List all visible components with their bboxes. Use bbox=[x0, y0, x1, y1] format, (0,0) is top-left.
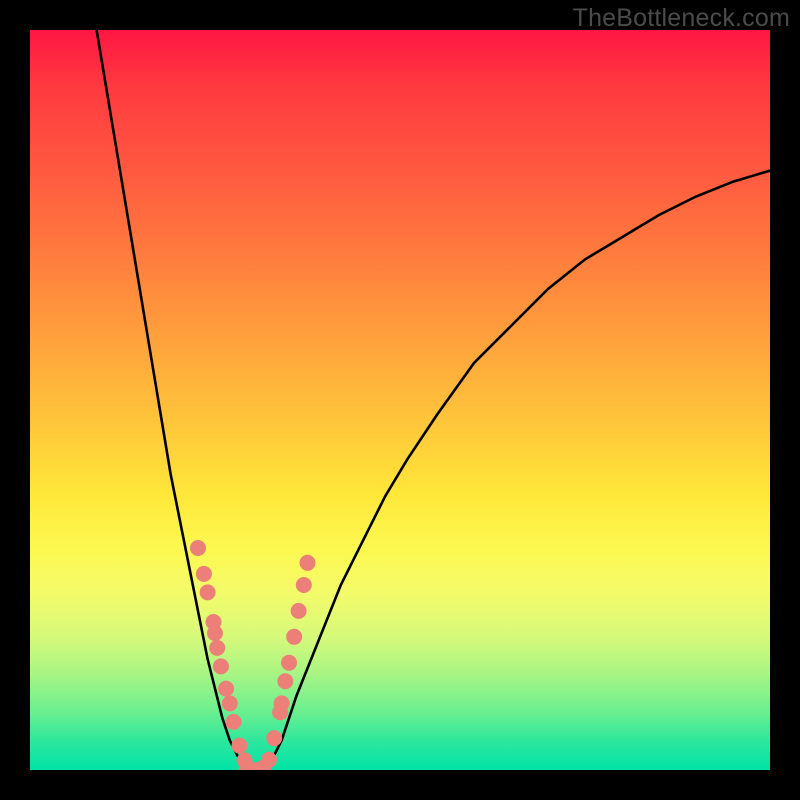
data-point bbox=[266, 730, 282, 746]
data-point bbox=[291, 603, 307, 619]
data-point bbox=[226, 714, 242, 730]
chart-frame: TheBottleneck.com bbox=[0, 0, 800, 800]
chart-svg bbox=[30, 30, 770, 770]
watermark-text: TheBottleneck.com bbox=[573, 4, 790, 33]
data-point bbox=[190, 540, 206, 556]
data-point bbox=[296, 577, 312, 593]
plot-area bbox=[30, 30, 770, 770]
bottleneck-curve bbox=[97, 30, 770, 770]
data-point bbox=[231, 738, 247, 754]
data-point bbox=[222, 695, 238, 711]
data-point bbox=[286, 629, 302, 645]
data-point bbox=[207, 625, 223, 641]
curve-group bbox=[97, 30, 770, 770]
data-point bbox=[281, 655, 297, 671]
data-point bbox=[200, 584, 216, 600]
data-point bbox=[213, 658, 229, 674]
data-point bbox=[274, 695, 290, 711]
data-point bbox=[300, 555, 316, 571]
data-point bbox=[277, 673, 293, 689]
data-points bbox=[190, 540, 316, 770]
data-point bbox=[196, 566, 212, 582]
data-point bbox=[209, 640, 225, 656]
data-point bbox=[218, 681, 234, 697]
